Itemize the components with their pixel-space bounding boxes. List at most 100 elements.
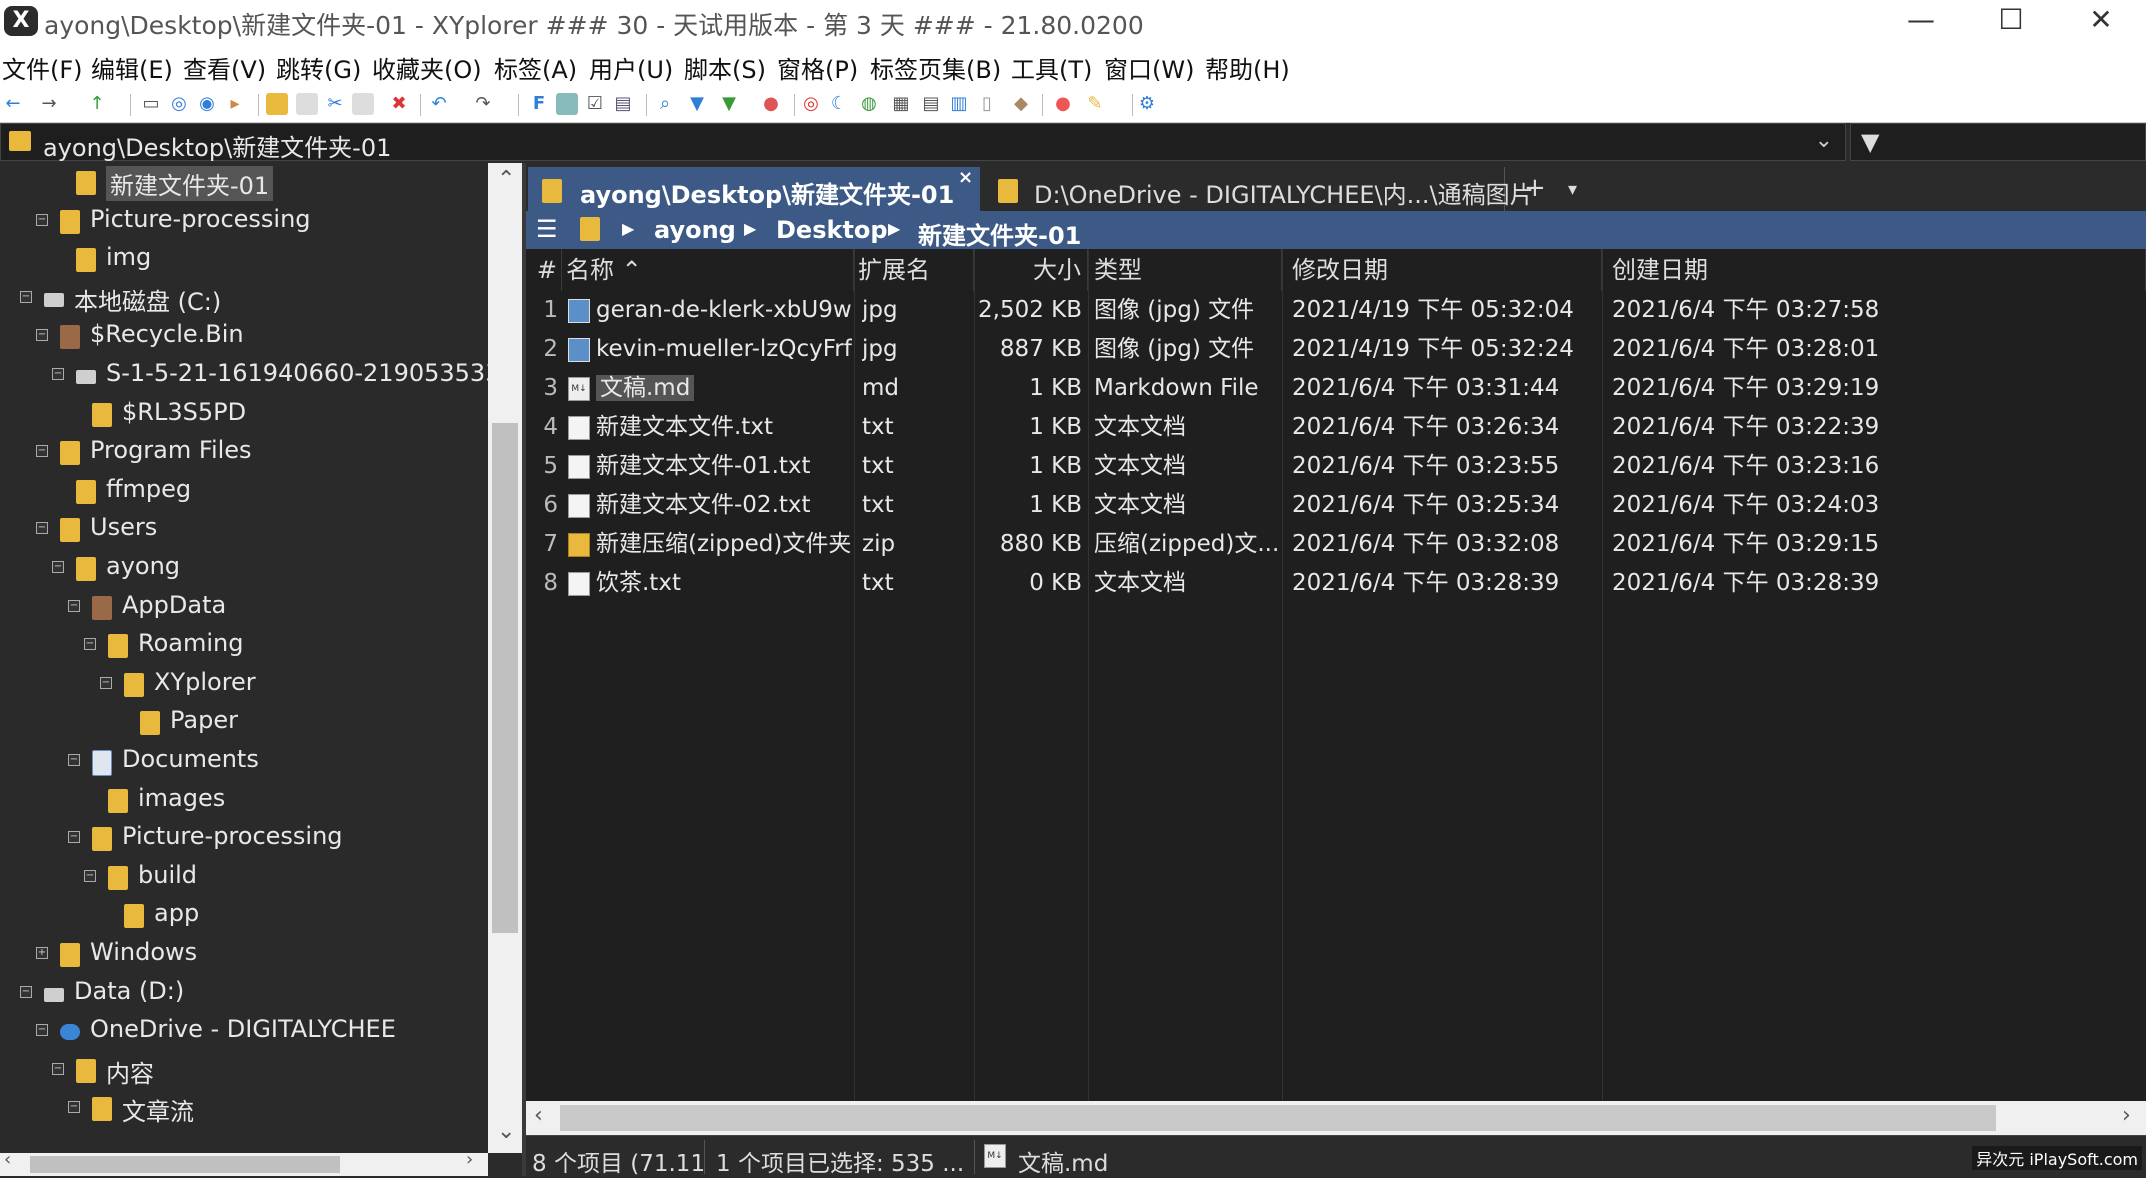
- globe-icon[interactable]: ◍: [858, 93, 880, 115]
- breadcrumb-separator-icon[interactable]: ▶: [888, 219, 900, 238]
- browse-icon[interactable]: ▸: [224, 93, 246, 115]
- menu-view[interactable]: 查看(V): [183, 50, 266, 85]
- file-row[interactable]: 5 新建文本文件-01.txt txt 1 KB 文本文档 2021/6/4 下午 03:…: [526, 447, 2146, 486]
- tree-node[interactable]: + Windows: [0, 935, 488, 973]
- list-hscroll-thumb[interactable]: [560, 1105, 1996, 1131]
- tree-node[interactable]: − 内容: [0, 1051, 488, 1089]
- zoom-icon[interactable]: ⌕: [654, 93, 676, 115]
- collapse-icon[interactable]: −: [68, 599, 80, 612]
- tree-node[interactable]: − ayong: [0, 549, 488, 587]
- redo-icon[interactable]: ↷: [472, 93, 494, 115]
- menu-tools[interactable]: 工具(T): [1011, 50, 1092, 85]
- find-files-icon[interactable]: F: [528, 93, 550, 115]
- file-row[interactable]: 7 新建压缩(zipped)文件夹.zip zip 880 KB 压缩(zipped)文…: [526, 525, 2146, 564]
- file-name-cell[interactable]: 新建文本文件-01.txt: [596, 447, 852, 486]
- tree-node[interactable]: − XYplorer: [0, 665, 488, 703]
- tree-node[interactable]: app: [0, 896, 488, 934]
- file-name-cell[interactable]: kevin-mueller-lzQcyFrfTHM-unspla...: [596, 330, 852, 369]
- file-name-cell[interactable]: 新建文本文件.txt: [596, 408, 852, 447]
- color-filter-icon[interactable]: ●: [1052, 93, 1074, 115]
- moon-icon[interactable]: ☾: [828, 93, 850, 115]
- collapse-icon[interactable]: −: [20, 985, 32, 998]
- target-icon[interactable]: ◎: [168, 93, 190, 115]
- scroll-left-icon[interactable]: ‹: [4, 1149, 11, 1170]
- filter-icon[interactable]: ▼: [1861, 128, 1879, 156]
- collapse-icon[interactable]: −: [52, 561, 64, 573]
- tree-node[interactable]: − build: [0, 858, 488, 896]
- tree-node[interactable]: ffmpeg: [0, 472, 488, 510]
- filter-toolbar-icon[interactable]: ▼: [686, 93, 708, 115]
- column-header-type[interactable]: 类型: [1088, 249, 1282, 291]
- computer-icon[interactable]: ▭: [140, 93, 162, 115]
- chevron-down-icon[interactable]: ⌄: [1815, 128, 1833, 153]
- column-header-name[interactable]: 名称 ⌃: [562, 249, 854, 291]
- file-name[interactable]: 文稿.md: [596, 375, 695, 401]
- scroll-down-icon[interactable]: ⌄: [497, 1119, 515, 1144]
- tree-node[interactable]: − Users: [0, 510, 488, 548]
- file-name[interactable]: 饮茶.txt: [596, 570, 681, 596]
- columns-icon[interactable]: ▥: [948, 93, 970, 115]
- scroll-up-icon[interactable]: ⌃: [497, 167, 515, 192]
- collapse-icon[interactable]: −: [36, 522, 48, 535]
- breadcrumb-separator-icon[interactable]: ▶: [622, 219, 634, 238]
- file-row[interactable]: 2 kevin-mueller-lzQcyFrfTHM-unspla... jpg 8…: [526, 330, 2146, 369]
- list-horizontal-scrollbar[interactable]: ‹ ›: [526, 1101, 2146, 1135]
- hamburger-icon[interactable]: ☰: [536, 215, 558, 243]
- collapse-icon[interactable]: −: [36, 213, 48, 226]
- menu-go[interactable]: 跳转(G): [276, 50, 361, 85]
- grid-icon[interactable]: ▦: [890, 93, 912, 115]
- menu-user[interactable]: 用户(U): [589, 50, 673, 85]
- filter-box[interactable]: ▼: [1850, 123, 2146, 161]
- add-tab-icon[interactable]: +: [1524, 173, 1546, 203]
- back-icon[interactable]: ←: [2, 93, 24, 115]
- paste-icon[interactable]: [352, 93, 374, 115]
- tag-icon[interactable]: ●: [760, 93, 782, 115]
- tree-node[interactable]: Paper: [0, 703, 488, 741]
- close-button[interactable]: ✕: [2056, 0, 2146, 42]
- file-name-cell[interactable]: 新建压缩(zipped)文件夹.zip: [596, 525, 852, 564]
- menu-scripting[interactable]: 脚本(S): [684, 50, 766, 85]
- file-row[interactable]: 1 geran-de-klerk-xbU9wL3ukbM-uns... jpg 2,5…: [526, 291, 2146, 330]
- tree-node[interactable]: − 文章流: [0, 1089, 488, 1127]
- menu-tabsets[interactable]: 标签页集(B): [870, 50, 1001, 85]
- delete-icon[interactable]: ✖: [388, 93, 410, 115]
- tree-horizontal-scrollbar[interactable]: ‹ ›: [0, 1149, 488, 1176]
- copy-icon[interactable]: [296, 93, 318, 115]
- file-row[interactable]: 6 新建文本文件-02.txt txt 1 KB 文本文档 2021/6/4 下午 03:…: [526, 486, 2146, 525]
- tree-node[interactable]: − Picture-processing: [0, 202, 488, 240]
- expand-icon[interactable]: +: [36, 947, 48, 959]
- collapse-icon[interactable]: −: [68, 1101, 80, 1114]
- file-name-cell[interactable]: 文稿.md: [596, 369, 852, 408]
- list-view-icon[interactable]: ▤: [920, 93, 942, 115]
- scroll-right-icon[interactable]: ›: [2122, 1103, 2131, 1128]
- tree-node[interactable]: 新建文件夹-01: [0, 163, 488, 201]
- tree-node[interactable]: − OneDrive - DIGITALYCHEE: [0, 1012, 488, 1050]
- collapse-icon[interactable]: −: [36, 329, 48, 342]
- tree-node[interactable]: − S-1-5-21-161940660-2190535330-: [0, 356, 522, 394]
- tree-node[interactable]: − 本地磁盘 (C:): [0, 279, 488, 317]
- print-icon[interactable]: ▤: [612, 93, 634, 115]
- menu-edit[interactable]: 编辑(E): [91, 50, 173, 85]
- visual-filter-icon[interactable]: ▼: [718, 93, 740, 115]
- breadcrumb-item[interactable]: Desktop: [776, 216, 888, 244]
- up-icon[interactable]: ↑: [86, 93, 108, 115]
- file-name-cell[interactable]: 饮茶.txt: [596, 564, 852, 603]
- column-header-extension[interactable]: 扩展名: [854, 249, 974, 291]
- tree-hscroll-thumb[interactable]: [30, 1156, 340, 1173]
- new-folder-icon[interactable]: [266, 93, 288, 115]
- file-name-cell[interactable]: 新建文本文件-02.txt: [596, 486, 852, 525]
- breadcrumb-separator-icon[interactable]: ▶: [744, 219, 756, 238]
- column-header-size[interactable]: 大小: [974, 249, 1088, 291]
- dual-pane-icon[interactable]: [556, 93, 578, 115]
- brush-icon[interactable]: ✎: [1084, 93, 1106, 115]
- tree-node[interactable]: − Data (D:): [0, 974, 488, 1012]
- file-row[interactable]: 4 新建文本文件.txt txt 1 KB 文本文档 2021/6/4 下午 03:26:…: [526, 408, 2146, 447]
- tree-node[interactable]: $RL3S5PD: [0, 395, 488, 433]
- collapse-icon[interactable]: −: [84, 638, 96, 651]
- minimize-button[interactable]: —: [1876, 0, 1966, 42]
- tree-node[interactable]: img: [0, 240, 488, 278]
- address-path[interactable]: ayong\Desktop\新建文件夹-01: [43, 128, 391, 163]
- menu-help[interactable]: 帮助(H): [1205, 50, 1290, 85]
- file-name[interactable]: 新建文本文件-02.txt: [596, 492, 811, 518]
- tree-node[interactable]: − Documents: [0, 742, 488, 780]
